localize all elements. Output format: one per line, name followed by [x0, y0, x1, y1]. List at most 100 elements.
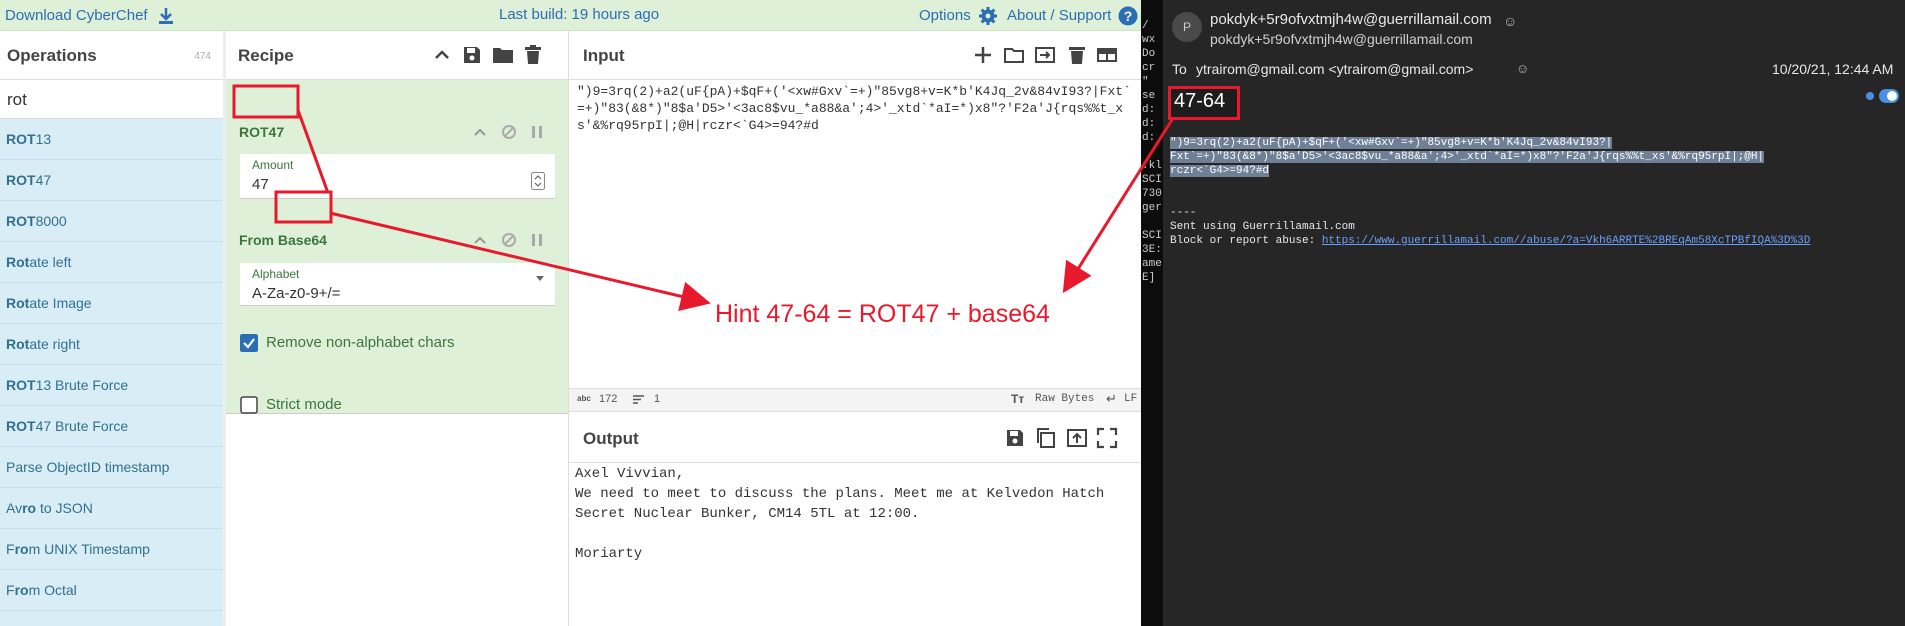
amount-label: Amount — [252, 158, 294, 172]
operation-item[interactable]: Rotate left — [0, 242, 223, 283]
operation-item[interactable]: ROT13 — [0, 119, 223, 160]
maximise-icon[interactable] — [1096, 427, 1118, 449]
output-textarea[interactable]: Axel Vivvian, We need to meet to discuss… — [575, 464, 1135, 564]
operation-label-part: 47 — [35, 172, 52, 188]
operation-item[interactable]: Avro to JSON — [0, 488, 223, 529]
operation-item[interactable]: From Octal — [0, 570, 223, 611]
operation-item[interactable]: ROT47 Brute Force — [0, 406, 223, 447]
line-count: 1 — [654, 393, 661, 405]
operations-list: ROT13 ROT47 ROT8000 Rotate left Rotate Image… — [0, 119, 223, 626]
save-output-icon[interactable] — [1004, 427, 1026, 449]
about-support-label: About / Support — [1007, 6, 1112, 24]
alphabet-label: Alphabet — [252, 267, 300, 281]
alphabet-field[interactable]: Alphabet A-Za-z0-9+/= — [240, 263, 555, 306]
last-build-label: Last build: 19 hours ago — [499, 6, 660, 23]
recipe-panel: Recipe ROT47 Amount 47 From Base64 Alpha… — [226, 31, 569, 626]
op-name-prefix: From — [239, 232, 278, 248]
theme-toggle-icon[interactable] — [1863, 88, 1899, 104]
operation-label-part: to JSON — [36, 500, 93, 516]
abuse-report-link[interactable]: https://www.guerrillamail.com//abuse/?a=… — [1322, 235, 1810, 247]
alphabet-value: A-Za-z0-9+/= — [252, 285, 341, 302]
clear-recipe-icon[interactable] — [524, 45, 542, 65]
number-spinner-icon[interactable] — [531, 172, 545, 190]
op-name-highlight: Base64 — [277, 232, 327, 248]
add-tab-icon[interactable] — [972, 44, 994, 66]
sender-name[interactable]: pokdyk+5r9ofvxtmjh4w@guerrillamail.com — [1210, 11, 1492, 28]
operation-item[interactable]: ROT13 Brute Force — [0, 365, 223, 406]
operation-label-part: Av — [6, 500, 23, 516]
rot47-amount-field[interactable]: Amount 47 — [240, 154, 555, 199]
dropdown-caret-icon[interactable] — [535, 275, 545, 283]
operation-item[interactable]: Parse ObjectID timestamp — [0, 447, 223, 488]
load-recipe-icon[interactable] — [492, 45, 514, 65]
operation-item[interactable]: Rotate Image — [0, 283, 223, 324]
operations-search-input[interactable] — [7, 90, 207, 110]
from-base64-op-name: From Base64 — [239, 232, 327, 248]
operation-label-part: F — [6, 582, 15, 598]
operation-item[interactable]: ROT47 — [0, 160, 223, 201]
input-status-bar: abc 172 1 Tт Raw Bytes ↵ LF — [569, 388, 1141, 412]
disable-op-icon[interactable] — [501, 124, 517, 140]
checkbox-checked-icon[interactable] — [240, 334, 258, 352]
pause-icon[interactable] — [530, 124, 544, 140]
eol-button[interactable]: LF — [1124, 393, 1137, 405]
checkbox-unchecked-icon[interactable] — [240, 396, 258, 414]
operation-label-part: 47 Brute Force — [35, 418, 129, 434]
chevron-up-icon[interactable] — [473, 125, 487, 139]
signature-sent-line: Sent using Guerrillamail.com — [1170, 221, 1355, 233]
selected-ciphertext[interactable]: ")9=3rq(2)+a2(uF{pA)+$qF+('<xw#Gxv`=+)"8… — [1170, 137, 1765, 177]
operation-item[interactable]: Rotate right — [0, 324, 223, 365]
operations-title: Operations — [7, 46, 97, 65]
text-encoding-icon: Tт — [1011, 392, 1025, 406]
pause-icon[interactable] — [530, 232, 544, 248]
about-support-link[interactable]: About / Support ? — [1007, 6, 1138, 26]
recipe-header: Recipe — [226, 31, 568, 80]
subject-highlight-box: 47-64 — [1168, 86, 1240, 120]
operation-label-part: ate left — [29, 254, 72, 270]
operation-label-part: 13 — [35, 131, 52, 147]
copy-output-icon[interactable] — [1035, 427, 1057, 449]
terminal-fragment: SCI — [1142, 174, 1162, 186]
contact-icon[interactable]: ☺ — [1516, 61, 1529, 76]
contact-icon[interactable]: ☺ — [1503, 13, 1517, 29]
input-header: Input — [569, 31, 1141, 80]
chevron-up-icon[interactable] — [473, 233, 487, 247]
operation-item[interactable]: From UNIX Timestamp — [0, 529, 223, 570]
terminal-fragment: 3E: — [1142, 244, 1162, 256]
open-folder-icon[interactable] — [1003, 44, 1025, 66]
clear-input-icon[interactable] — [1066, 44, 1088, 66]
save-recipe-icon[interactable] — [462, 45, 482, 65]
recipient-address[interactable]: ytrairom@gmail.com <ytrairom@gmail.com> — [1196, 61, 1473, 77]
terminal-fragment: cr — [1142, 62, 1156, 74]
operation-item[interactable]: Protobuf Decode — [0, 611, 223, 626]
collapse-all-icon[interactable] — [432, 45, 452, 65]
email-subject: 47-64 — [1174, 90, 1226, 112]
terminal-fragment: ame — [1142, 258, 1162, 270]
operation-label-part: ro — [22, 500, 37, 516]
terminal-fragment: / — [1142, 20, 1149, 32]
open-file-icon[interactable] — [1034, 44, 1056, 66]
input-textarea[interactable]: ")9=3rq(2)+a2(uF{pA)+$qF+('<xw#Gxv`=+)"8… — [577, 83, 1132, 383]
signature-separator: ---- — [1170, 207, 1197, 219]
operation-label-part: ROT — [6, 377, 36, 393]
operation-label-part: ROT — [6, 131, 36, 147]
download-link[interactable]: Download CyberChef — [5, 6, 176, 26]
raw-bytes-button[interactable]: Raw Bytes — [1035, 393, 1094, 405]
operation-item[interactable]: ROT8000 — [0, 201, 223, 242]
operations-count: 474 — [194, 51, 211, 62]
operation-label-part: ROT — [6, 213, 36, 229]
help-icon: ? — [1118, 6, 1138, 26]
replace-input-icon[interactable] — [1066, 427, 1088, 449]
operation-label-part: ROT — [6, 418, 36, 434]
disable-op-icon[interactable] — [501, 232, 517, 248]
terminal-fragment: d: — [1142, 104, 1156, 116]
options-link[interactable]: Options — [919, 6, 998, 26]
hint-annotation: Hint 47-64 = ROT47 + base64 — [715, 300, 1050, 328]
operation-label-part: F — [6, 541, 15, 557]
terminal-fragment: Do — [1142, 48, 1156, 60]
operation-label-part: ro — [14, 582, 29, 598]
terminal-fragment: SCI — [1142, 230, 1162, 242]
layout-icon[interactable] — [1096, 44, 1118, 66]
input-title: Input — [583, 46, 625, 65]
operation-label-part: 13 Brute Force — [35, 377, 129, 393]
